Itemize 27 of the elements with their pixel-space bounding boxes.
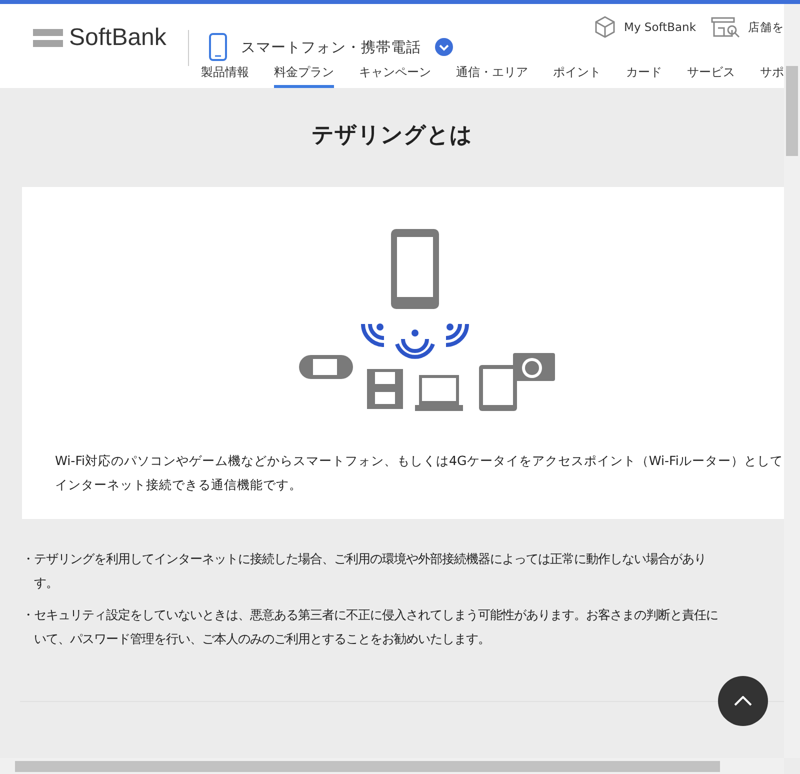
chevron-up-icon <box>734 696 752 706</box>
description-text: Wi-Fi対応のパソコンやゲーム機などからスマートフォン、もしくは4Gケータイをアクセスポイント（Wi-Fiルーター）として インターネット接続できる通信機能です。 <box>55 452 783 494</box>
category-title: スマートフォン・携帯電話 <box>241 38 421 56</box>
nav-tab[interactable]: 通信・エリア <box>456 62 528 88</box>
page-title: テザリングとは <box>310 122 474 150</box>
nav-tab[interactable]: カード <box>626 62 662 88</box>
back-to-top-button[interactable] <box>718 676 768 726</box>
utility-link[interactable]: My SoftBank <box>594 16 696 38</box>
bullet-mark: ・ <box>22 550 34 568</box>
cube-icon <box>594 16 616 38</box>
nav-tab[interactable]: サポ <box>760 62 784 88</box>
dropdown-icon[interactable] <box>435 38 453 56</box>
store-icon <box>710 16 740 38</box>
smartphone-icon <box>209 33 227 61</box>
utility-link[interactable]: 店舗を <box>710 16 784 38</box>
vertical-scrollbar[interactable] <box>784 4 800 758</box>
nav-tab[interactable]: サービス <box>687 62 735 88</box>
logo-icon <box>33 27 63 49</box>
note-text: テザリングを利用してインターネットに接続した場合、ご利用の環境や外部接続機器によっては正常に動作しない場合があり す。 <box>34 550 706 592</box>
bullet-mark: ・ <box>22 606 34 624</box>
nav-tab[interactable]: キャンペーン <box>359 62 431 88</box>
nav-tab[interactable]: 製品情報 <box>201 62 249 88</box>
horizontal-scrollbar[interactable] <box>0 758 784 774</box>
nav-tab[interactable]: ポイント <box>553 62 601 88</box>
note-text: セキュリティ設定をしていないときは、悪意ある第三者に不正に侵入されてしまう可能性があります。お客さまの判断と責任に いて、パスワード管理を行い、ご本人のみのご利用とすることをお勧めいたします。 <box>34 606 718 648</box>
logo[interactable]: SoftBank <box>69 24 166 52</box>
nav-tab[interactable]: 料金プラン <box>274 62 334 88</box>
